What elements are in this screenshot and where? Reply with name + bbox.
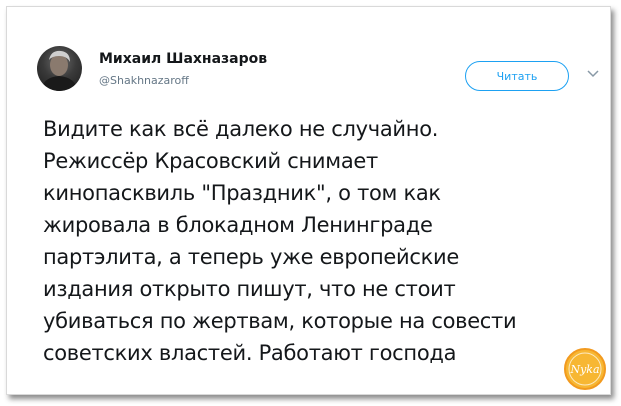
tweet-line: Режиссёр Красовский снимает [43,149,378,173]
tweet-line: советских властей. Работают господа [43,341,457,365]
tweet-line: издания открыто пишут, что не стоит [43,277,456,301]
tweet-text: Видите как всё далеко не случайно. Режис… [43,113,598,369]
tweet-line: партэлита, а теперь уже европейские [43,245,459,269]
watermark-logo: Nyka [564,348,606,390]
user-photo-avatar-icon [41,50,78,91]
watermark-text: Nyka [569,363,599,376]
tweet-line: кинопасквиль "Праздник", о том как [43,181,441,205]
tweet-line: убиваться по жертвам, которые на совести [43,309,517,333]
tweet-line: Видите как всё далеко не случайно. [43,117,439,141]
follow-button[interactable]: Читать [465,61,569,91]
chevron-down-icon[interactable] [587,69,599,79]
tweet-card: Михаил Шахназаров @Shakhnazaroff Читать … [6,6,611,395]
tweet-line: жировала в блокадном Ленинграде [43,213,433,237]
author-avatar[interactable] [37,46,82,91]
follow-button-label: Читать [496,69,538,83]
author-name[interactable]: Михаил Шахназаров [99,51,267,67]
author-handle[interactable]: @Shakhnazaroff [99,74,189,87]
